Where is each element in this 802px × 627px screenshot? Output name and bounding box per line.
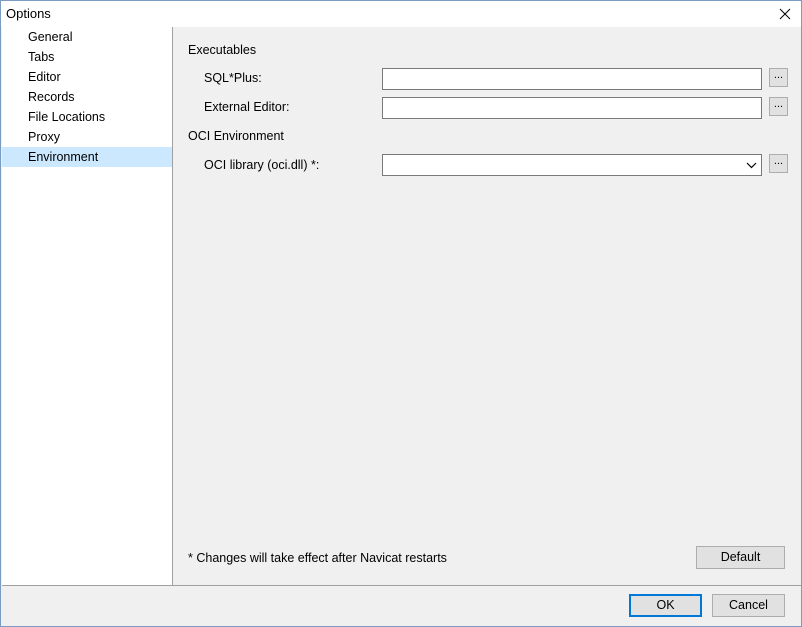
sidebar-item-file-locations[interactable]: File Locations: [2, 107, 172, 127]
oci-library-label: OCI library (oci.dll) *:: [204, 158, 320, 172]
sidebar-item-editor[interactable]: Editor: [2, 67, 172, 87]
close-button[interactable]: [775, 4, 795, 24]
sidebar-item-tabs[interactable]: Tabs: [2, 47, 172, 67]
options-dialog: Options General Tabs Editor Records File…: [0, 0, 802, 627]
sqlplus-input[interactable]: [382, 68, 762, 90]
sqlplus-browse-button[interactable]: ...: [769, 68, 788, 87]
oci-library-combobox[interactable]: [382, 154, 762, 176]
oci-environment-heading: OCI Environment: [188, 129, 284, 143]
external-editor-label: External Editor:: [204, 100, 290, 114]
title-bar[interactable]: Options: [1, 1, 801, 27]
close-icon: [779, 8, 791, 20]
settings-panel: Executables SQL*Plus: ... External Edito…: [173, 27, 801, 586]
sidebar-item-proxy[interactable]: Proxy: [2, 127, 172, 147]
executables-heading: Executables: [188, 43, 257, 57]
oci-library-browse-button[interactable]: ...: [769, 154, 788, 173]
ok-button[interactable]: OK: [629, 594, 702, 617]
restart-note: * Changes will take effect after Navicat…: [188, 551, 447, 565]
category-list[interactable]: General Tabs Editor Records File Locatio…: [2, 27, 173, 586]
external-editor-input[interactable]: [382, 97, 762, 119]
sidebar-item-general[interactable]: General: [2, 27, 172, 47]
sqlplus-label: SQL*Plus:: [204, 71, 262, 85]
sidebar-item-environment[interactable]: Environment: [2, 147, 172, 167]
window-title: Options: [6, 6, 51, 21]
external-editor-browse-button[interactable]: ...: [769, 97, 788, 116]
cancel-button[interactable]: Cancel: [712, 594, 785, 617]
chevron-down-icon: [746, 162, 757, 169]
sidebar-item-records[interactable]: Records: [2, 87, 172, 107]
default-button[interactable]: Default: [696, 546, 785, 569]
